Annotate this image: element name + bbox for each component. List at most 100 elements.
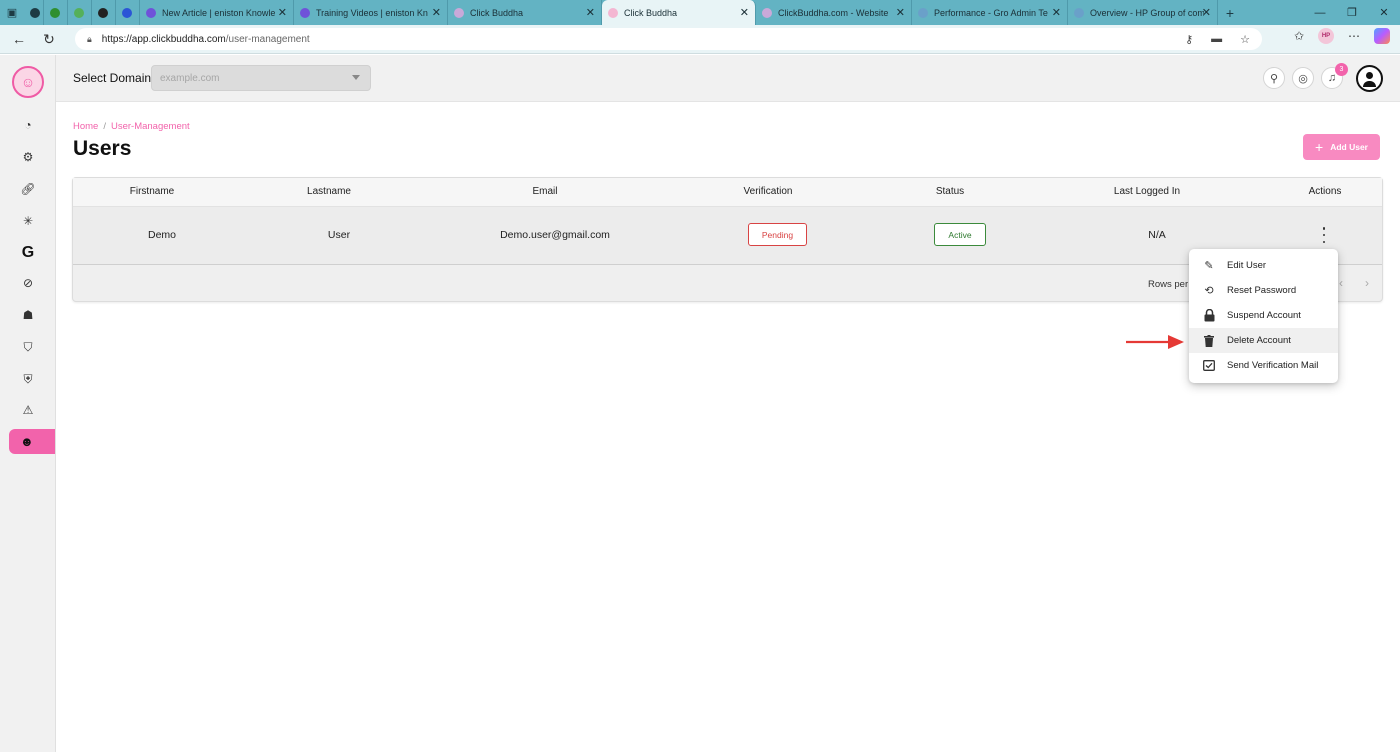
notification-bell-icon[interactable]: ♫ 3: [1321, 63, 1348, 89]
column-header-lastname[interactable]: Lastname: [307, 186, 351, 197]
menu-item-delete-account[interactable]: Delete Account: [1189, 328, 1338, 353]
browser-toolbar: ← ↻ 🔒︎ https://app.clickbuddha.com/user-…: [0, 25, 1400, 54]
tab-close-icon[interactable]: ✕: [1202, 6, 1211, 19]
tab-title: Click Buddha: [624, 7, 678, 18]
tab-close-icon[interactable]: ✕: [432, 6, 441, 19]
more-menu-icon[interactable]: ⋯: [1348, 29, 1360, 43]
menu-item-reset-password[interactable]: ⟲ Reset Password: [1189, 278, 1338, 303]
column-header-firstname[interactable]: Firstname: [130, 186, 174, 197]
tab-favicon-icon: [762, 7, 772, 18]
tab-close-icon[interactable]: ✕: [586, 6, 595, 19]
new-tab-button[interactable]: +: [1218, 0, 1242, 25]
browser-tab[interactable]: Click Buddha ✕: [602, 0, 756, 25]
tab-favicon-icon: [918, 7, 928, 18]
bug-icon[interactable]: ☗: [19, 306, 37, 324]
tab-title: Training Videos | eniston Kn: [316, 7, 428, 18]
column-header-status[interactable]: Status: [936, 186, 964, 197]
column-header-last-logged-in[interactable]: Last Logged In: [1114, 186, 1180, 197]
link-icon[interactable]: 🔗︎: [19, 180, 37, 198]
tab-close-icon[interactable]: ✕: [896, 6, 905, 19]
reader-icon[interactable]: ▬: [1211, 33, 1222, 46]
browser-tab-bar: ▣ New Article | eniston Knowle ✕ Training …: [0, 0, 1400, 25]
favorite-star-icon[interactable]: ☆: [1240, 33, 1250, 46]
dashboard-chart-icon[interactable]: ◔: [19, 116, 37, 134]
browser-tab[interactable]: ClickBuddha.com - Website ✕: [756, 0, 912, 25]
site-info-icon[interactable]: 🔒︎: [87, 34, 92, 45]
settings-gear-icon[interactable]: ⚙: [19, 148, 37, 166]
column-header-email[interactable]: Email: [532, 186, 557, 197]
globe-icon[interactable]: ◎: [1292, 67, 1314, 89]
browser-tab[interactable]: [24, 0, 44, 25]
breadcrumb-separator: /: [103, 121, 106, 132]
user-management-icon: ☻: [20, 434, 34, 449]
browser-tab[interactable]: Click Buddha ✕: [448, 0, 602, 25]
tab-title: ClickBuddha.com - Website: [778, 7, 889, 18]
menu-item-edit-user[interactable]: ✎ Edit User: [1189, 253, 1338, 278]
copilot-icon[interactable]: [1374, 28, 1390, 44]
cell-firstname: Demo: [147, 229, 177, 241]
url-host: https://app.clickbuddha.com: [101, 33, 226, 45]
menu-item-send-verification-mail[interactable]: Send Verification Mail: [1189, 353, 1338, 378]
menu-item-label: Send Verification Mail: [1227, 360, 1319, 371]
annotation-arrow-icon: [1126, 335, 1184, 349]
chevron-right-icon[interactable]: ›: [1365, 276, 1369, 290]
browser-tab[interactable]: Performance - Gro Admin Te ✕: [912, 0, 1068, 25]
column-header-actions: Actions: [1308, 186, 1342, 197]
warning-icon[interactable]: ⚠: [19, 401, 37, 419]
tab-favicon-icon: [50, 7, 60, 18]
browser-tab[interactable]: [44, 0, 68, 25]
browser-tab[interactable]: [92, 0, 116, 25]
trash-icon: [1202, 334, 1216, 348]
browser-tab[interactable]: [116, 0, 140, 25]
reload-button[interactable]: ↻: [34, 25, 64, 54]
address-bar[interactable]: 🔒︎ https://app.clickbuddha.com/user-mana…: [75, 28, 1262, 50]
checkbox-mail-icon: [1202, 359, 1216, 373]
browser-tab[interactable]: Training Videos | eniston Kn ✕: [294, 0, 448, 25]
breadcrumb-home[interactable]: Home: [73, 121, 98, 132]
menu-item-label: Delete Account: [1227, 335, 1291, 346]
browser-right-controls: ✩ HP ⋯: [1294, 28, 1390, 44]
breadcrumb-current[interactable]: User-Management: [111, 121, 190, 132]
tab-favicon-icon: [300, 7, 310, 18]
tab-favicon-icon: [98, 7, 108, 18]
tab-close-icon[interactable]: ✕: [278, 6, 287, 19]
profile-badge[interactable]: HP: [1318, 28, 1334, 44]
back-button[interactable]: ←: [4, 25, 34, 54]
key-icon[interactable]: ⚷: [1185, 33, 1193, 46]
favorites-icon[interactable]: ✩: [1294, 29, 1304, 43]
table-row[interactable]: Demo User Demo.user@gmail.com Pending Ac…: [73, 207, 1382, 265]
cell-lastname: User: [327, 229, 351, 241]
row-actions-kebab-icon[interactable]: [1318, 227, 1330, 243]
menu-item-suspend-account[interactable]: Suspend Account: [1189, 303, 1338, 328]
history-reset-icon: ⟲: [1204, 285, 1214, 297]
shield-icon[interactable]: ⛨: [19, 370, 37, 388]
google-icon[interactable]: G: [19, 244, 37, 262]
user-avatar[interactable]: [1356, 65, 1383, 92]
domain-select[interactable]: example.com: [151, 65, 371, 91]
maximize-button[interactable]: ❐: [1336, 0, 1368, 25]
browser-tab[interactable]: New Article | eniston Knowle ✕: [140, 0, 294, 25]
rows-per-page-label: Rows per: [1148, 279, 1189, 290]
tab-favicon-icon: [1074, 7, 1084, 18]
chevron-left-icon[interactable]: ‹: [1339, 276, 1343, 290]
add-user-button[interactable]: + Add User: [1303, 134, 1380, 160]
sidebar-item-user-management[interactable]: ☻: [9, 429, 55, 454]
chevron-down-icon: [352, 75, 360, 80]
column-header-verification[interactable]: Verification: [744, 186, 793, 197]
app-header: Select Domain example.com ⚲ ◎ ♫ 3: [56, 55, 1400, 102]
tab-close-icon[interactable]: ✕: [1052, 6, 1061, 19]
click-icon[interactable]: ✳: [19, 212, 37, 230]
shield-check-icon[interactable]: ⛉: [19, 338, 37, 356]
block-icon[interactable]: ⊘: [19, 274, 37, 292]
lock-icon: [1202, 309, 1216, 323]
minimize-button[interactable]: —: [1304, 0, 1336, 25]
notification-count-badge: 3: [1335, 63, 1348, 76]
close-window-button[interactable]: ✕: [1368, 0, 1400, 25]
pencil-icon: ✎: [1204, 260, 1214, 272]
search-icon[interactable]: ⚲: [1263, 67, 1285, 89]
tab-actions-icon[interactable]: ▣: [0, 0, 24, 25]
tab-close-icon[interactable]: ✕: [740, 6, 749, 19]
buddha-logo-icon[interactable]: ☺: [12, 66, 44, 98]
browser-tab[interactable]: [68, 0, 92, 25]
browser-tab[interactable]: Overview - HP Group of com ✕: [1068, 0, 1218, 25]
